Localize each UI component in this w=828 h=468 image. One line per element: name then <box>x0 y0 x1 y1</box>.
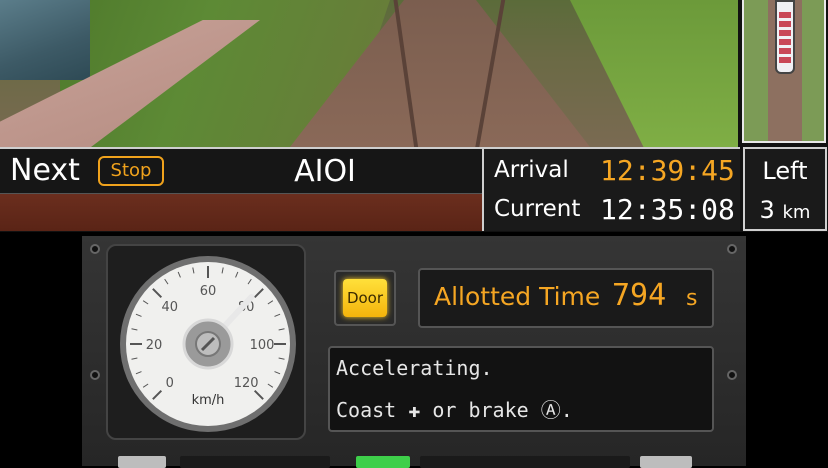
rivet <box>727 370 737 380</box>
river <box>0 0 90 80</box>
arrival-time: 12:39:45 <box>600 154 735 187</box>
speed-tick-label: 40 <box>162 300 179 315</box>
message-line-2: Coast ✚ or brake Ⓐ. <box>336 398 573 422</box>
left-distance: 3 km <box>743 196 827 224</box>
allotted-time-label: Allotted Time <box>434 282 601 311</box>
rivet <box>90 244 100 254</box>
allotted-time-value: 794 <box>612 278 667 313</box>
status-light <box>356 456 410 468</box>
speed-tick-label: 20 <box>146 338 163 353</box>
rivet <box>727 244 737 254</box>
current-label: Current <box>494 196 581 222</box>
station-name: AIOI <box>294 154 356 189</box>
speedometer: 020406080100120 km/h <box>120 256 296 432</box>
track-minimap <box>742 0 826 143</box>
speed-tick-label: 60 <box>200 284 217 299</box>
stop-badge: Stop <box>98 156 164 186</box>
railway-view <box>0 0 738 147</box>
left-value: 3 <box>759 196 775 224</box>
left-label: Left <box>762 157 808 185</box>
door-button-label[interactable]: Door <box>343 279 387 317</box>
allotted-time-unit: s <box>686 286 698 311</box>
control-slot <box>180 456 330 468</box>
speed-unit: km/h <box>192 393 225 408</box>
speed-tick-label: 100 <box>250 338 275 353</box>
train-icon <box>775 0 795 74</box>
speed-tick-label: 0 <box>166 376 174 391</box>
door-button[interactable]: Door <box>334 270 396 326</box>
speed-tick-label: 120 <box>234 376 259 391</box>
control-slot <box>420 456 630 468</box>
wood-panel <box>0 194 482 231</box>
next-label: Next <box>10 153 80 188</box>
message-line-1: Accelerating. <box>336 356 493 380</box>
current-time: 12:35:08 <box>600 193 735 226</box>
lever-right[interactable] <box>640 456 692 468</box>
lever-left[interactable] <box>118 456 166 468</box>
arrival-label: Arrival <box>494 157 569 183</box>
top-screen: Next Stop AIOI Arrival 12:39:45 Current … <box>0 0 828 232</box>
rivet <box>90 370 100 380</box>
left-unit: km <box>782 202 811 223</box>
